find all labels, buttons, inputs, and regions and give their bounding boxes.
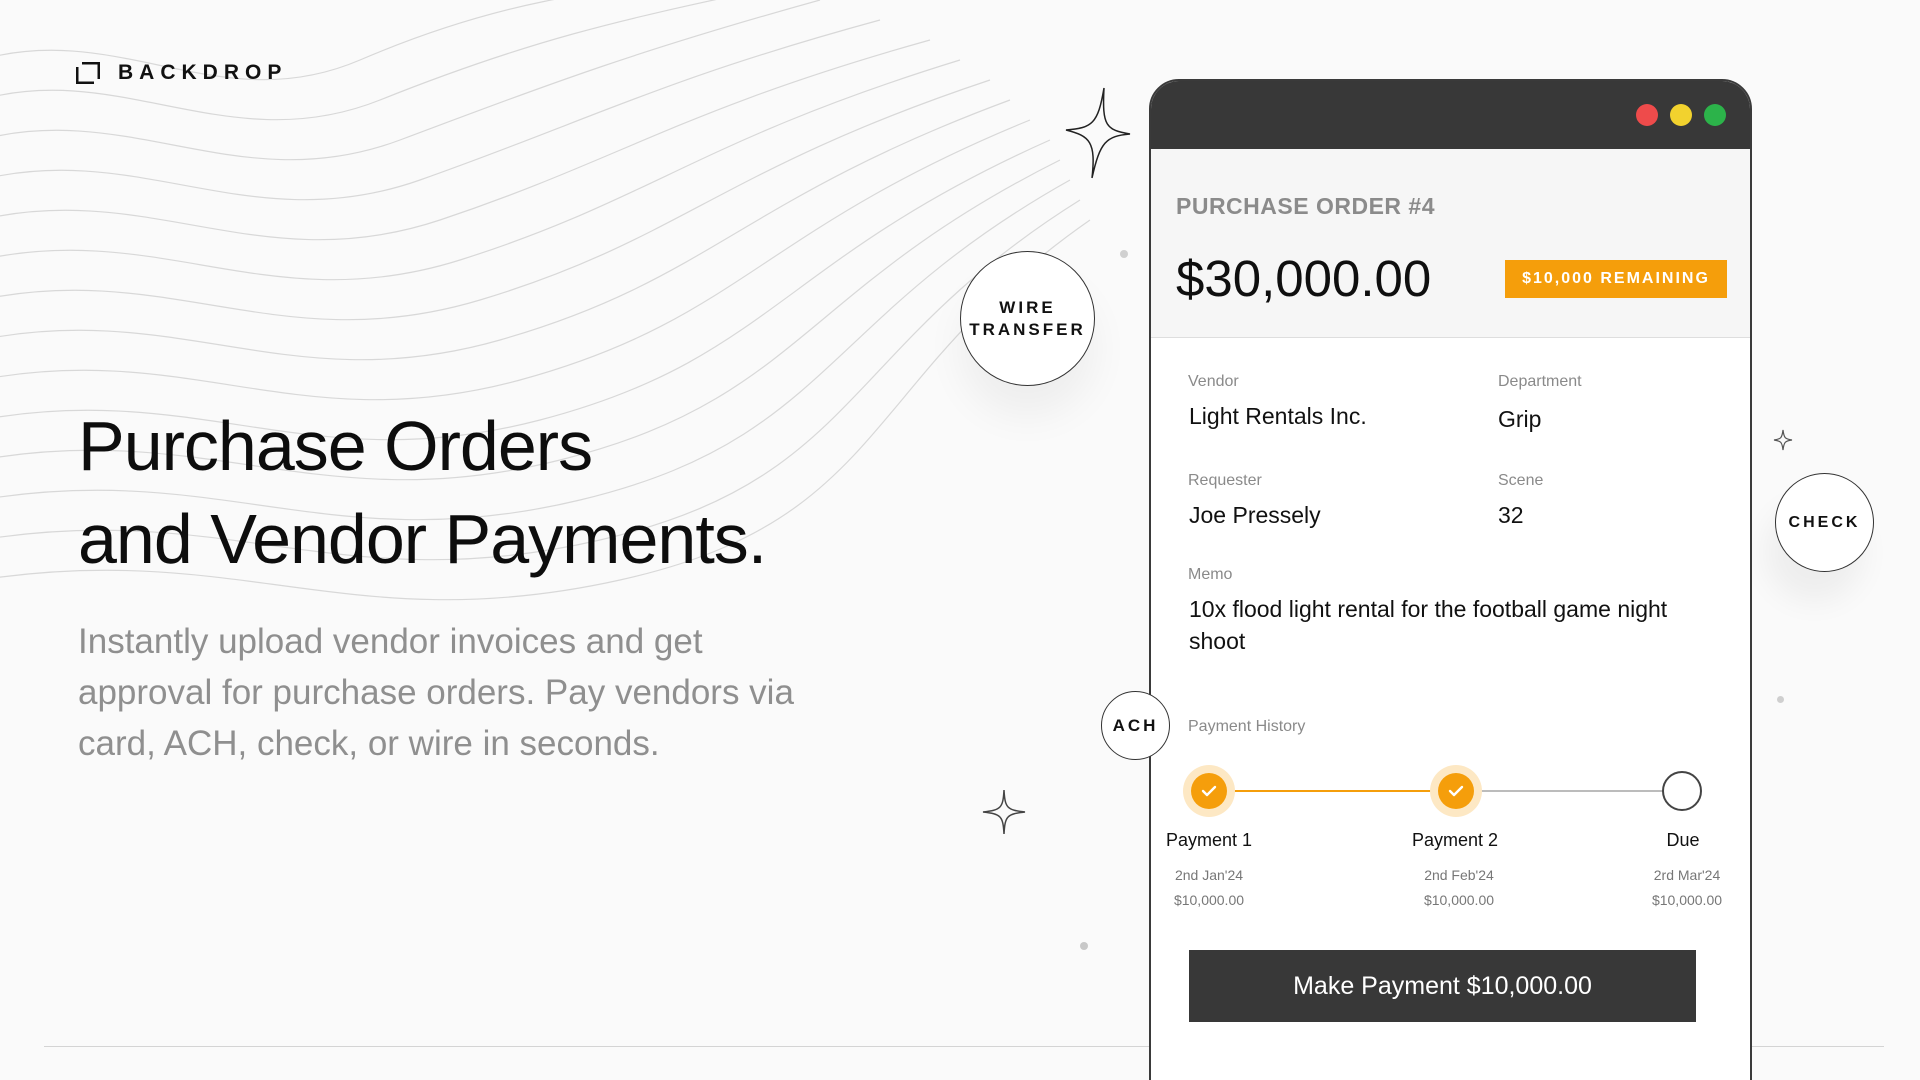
po-summary: PURCHASE ORDER #4 $30,000.00 $10,000 REM…	[1151, 149, 1750, 338]
payment-due-status	[1662, 771, 1702, 811]
window-maximize-button[interactable]	[1704, 104, 1726, 126]
check-badge: CHECK	[1775, 473, 1874, 572]
hero-title: Purchase Orders and Vendor Payments.	[78, 400, 767, 586]
wire-transfer-badge: WIRE TRANSFER	[960, 251, 1095, 386]
decorative-dot	[1080, 942, 1088, 950]
payment-2-name: Payment 2	[1411, 830, 1499, 850]
memo-value: 10x flood light rental for the football …	[1189, 596, 1668, 654]
ach-badge: ACH	[1101, 691, 1170, 760]
sparkle-small-icon	[1773, 429, 1793, 451]
brand-logo[interactable]: BACKDROP	[76, 61, 287, 85]
decorative-dot	[1120, 250, 1128, 258]
window-close-button[interactable]	[1636, 104, 1658, 126]
brand-name: BACKDROP	[118, 61, 288, 84]
payment-1-date: 2nd Jan'24	[1174, 867, 1244, 883]
remaining-badge: $10,000 REMAINING	[1505, 260, 1727, 298]
payment-history-label: Payment History	[1188, 718, 1306, 735]
decorative-dot	[1777, 696, 1784, 703]
payment-due-name: Due	[1666, 830, 1700, 850]
payment-due-date: 2rd Mar'24	[1653, 867, 1721, 883]
check-icon	[1201, 785, 1217, 797]
payment-due-amount: $10,000.00	[1651, 892, 1723, 908]
vendor-label: Vendor	[1188, 373, 1239, 390]
vendor-value: Light Rentals Inc.	[1189, 403, 1367, 429]
ach-label: ACH	[1112, 715, 1159, 735]
requester-label: Requester	[1188, 472, 1262, 489]
wire-transfer-label-line-1: WIRE	[999, 297, 1056, 317]
window-minimize-button[interactable]	[1670, 104, 1692, 126]
window-titlebar	[1151, 81, 1750, 149]
requester-value: Joe Pressely	[1189, 502, 1321, 528]
wire-transfer-label-line-2: TRANSFER	[969, 319, 1086, 339]
check-icon	[1448, 785, 1464, 797]
po-title: PURCHASE ORDER #4	[1176, 193, 1435, 219]
backdrop-logo-icon	[76, 62, 100, 84]
payment-2-amount: $10,000.00	[1423, 892, 1495, 908]
make-payment-button[interactable]: Make Payment $10,000.00	[1189, 950, 1696, 1022]
hero-description: Instantly upload vendor invoices and get…	[78, 622, 794, 763]
payment-1-status	[1183, 765, 1235, 817]
hero-title-line-2: and Vendor Payments.	[78, 500, 767, 578]
timeline-remaining-line	[1456, 790, 1678, 792]
payment-1-name: Payment 1	[1165, 830, 1253, 850]
timeline-progress-line	[1210, 790, 1456, 792]
hero-title-line-1: Purchase Orders	[78, 407, 593, 485]
purchase-order-window: PURCHASE ORDER #4 $30,000.00 $10,000 REM…	[1149, 79, 1752, 1080]
department-value: Grip	[1498, 406, 1542, 432]
sparkle-medium-icon	[982, 789, 1026, 835]
payment-2-date: 2nd Feb'24	[1424, 867, 1494, 883]
po-total-amount: $30,000.00	[1176, 250, 1432, 307]
check-label: CHECK	[1788, 513, 1861, 531]
memo-label: Memo	[1188, 566, 1233, 583]
scene-label: Scene	[1498, 472, 1544, 489]
department-label: Department	[1498, 373, 1582, 390]
scene-value: 32	[1498, 502, 1524, 528]
payment-1-amount: $10,000.00	[1173, 892, 1245, 908]
sparkle-large-icon	[1065, 87, 1131, 179]
payment-2-status	[1430, 765, 1482, 817]
